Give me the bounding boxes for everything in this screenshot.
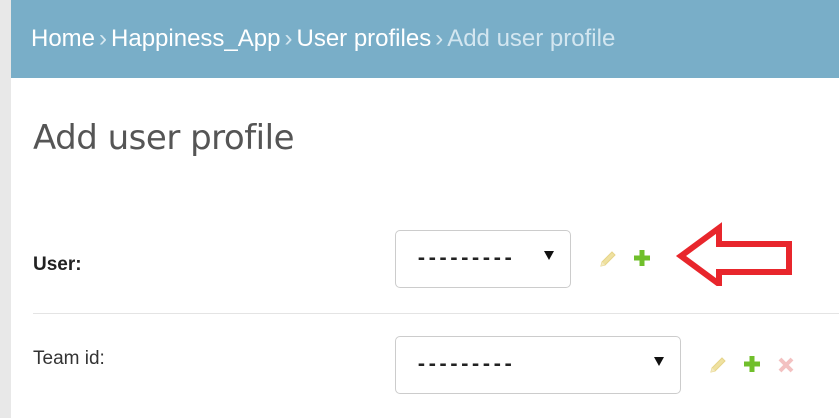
- team-id-select-value: ---------: [416, 354, 514, 375]
- row-divider: [33, 313, 839, 314]
- breadcrumb-separator: ›: [99, 25, 108, 52]
- breadcrumb-separator: ›: [435, 25, 444, 52]
- breadcrumb-separator: ›: [284, 25, 293, 52]
- breadcrumb-current: Add user profile: [447, 25, 616, 52]
- team-id-field-label: Team id:: [33, 348, 105, 369]
- breadcrumb-app-link[interactable]: Happiness_App: [111, 25, 280, 52]
- pencil-icon[interactable]: [597, 248, 619, 270]
- form-row-team-id: Team id: ---------: [33, 318, 839, 400]
- page-title: Add user profile: [33, 118, 295, 158]
- red-arrow-icon: [675, 222, 792, 286]
- chevron-down-icon: [544, 251, 554, 260]
- breadcrumb-home-link[interactable]: Home: [31, 25, 95, 52]
- plus-icon[interactable]: [631, 247, 653, 269]
- plus-icon[interactable]: [741, 353, 763, 375]
- x-icon[interactable]: [775, 354, 797, 376]
- django-admin-page: Home › Happiness_App › User profiles › Add use…: [0, 0, 839, 418]
- team-id-select[interactable]: ---------: [395, 336, 681, 394]
- user-field-label: User:: [33, 254, 82, 275]
- pencil-icon[interactable]: [707, 354, 729, 376]
- breadcrumb: Home › Happiness_App › User profiles › Add use…: [11, 0, 839, 78]
- user-select[interactable]: ---------: [395, 230, 571, 288]
- chevron-down-icon: [654, 357, 664, 366]
- left-edge: [0, 0, 11, 418]
- user-select-value: ---------: [416, 248, 514, 269]
- breadcrumb-model-link[interactable]: User profiles: [296, 25, 431, 52]
